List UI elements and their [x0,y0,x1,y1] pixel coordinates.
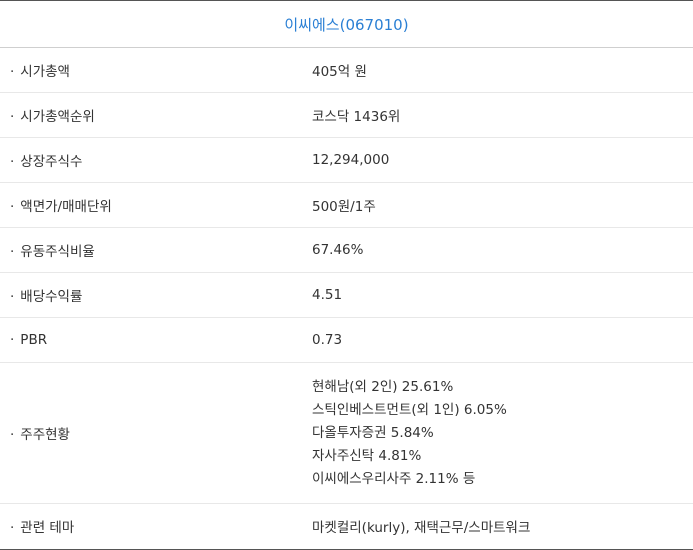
bullet: · [10,154,15,170]
market-cap-rank-value: 코스닥 1436위 [300,92,693,138]
market-cap-label: 시가총액 [20,64,70,80]
shareholders-value: 현해남(외 2인) 25.61% 스틱인베스트먼트(외 1인) 6.05% 다올… [300,362,693,504]
stock-title[interactable]: 이씨에스(067010) [284,14,408,35]
shareholder-line: 스틱인베스트먼트(외 1인) 6.05% [312,401,507,418]
row-float-ratio: · 유동주식비율 67.46% [0,227,693,273]
listed-shares-value: 12,294,000 [300,137,693,183]
stock-info-panel: 이씨에스(067010) · 시가총액 405억 원 · 시가총액순위 코스닥 14… [0,0,693,550]
shareholders-label: 주주현황 [20,427,70,443]
pbr-value: 0.73 [300,317,693,363]
bullet: · [10,199,15,215]
row-related-theme: · 관련 테마 마켓컬리(kurly), 재택근무/스마트워크 [0,504,693,549]
bullet: · [10,64,15,80]
dividend-yield-label: 배당수익률 [20,289,83,305]
bullet: · [10,332,15,348]
bullet: · [10,427,15,443]
par-value-label: 액면가/매매단위 [20,199,112,215]
pbr-label: PBR [20,332,48,348]
float-ratio-label: 유동주식비율 [20,244,95,260]
dividend-yield-value: 4.51 [300,272,693,318]
shareholder-line: 이씨에스우리사주 2.11% 등 [312,470,476,487]
related-theme-value: 마켓컬리(kurly), 재택근무/스마트워크 [312,520,531,536]
bullet: · [10,520,15,536]
bullet: · [10,244,15,260]
bullet: · [10,289,15,305]
listed-shares-label: 상장주식수 [20,154,83,170]
row-pbr: · PBR 0.73 [0,317,693,363]
stock-title-link[interactable]: 이씨에스(067010) [0,1,693,48]
market-cap-rank-label: 시가총액순위 [20,109,95,125]
bullet: · [10,109,15,125]
row-market-cap-rank: · 시가총액순위 코스닥 1436위 [0,92,693,138]
market-cap-value: 405억 원 [300,48,693,93]
shareholder-line: 현해남(외 2인) 25.61% [312,378,454,395]
float-ratio-value: 67.46% [300,227,693,273]
row-dividend-yield: · 배당수익률 4.51 [0,272,693,318]
shareholder-line: 다올투자증권 5.84% [312,424,434,441]
row-market-cap: · 시가총액 405억 원 [0,48,693,93]
row-listed-shares: · 상장주식수 12,294,000 [0,137,693,183]
related-theme-label: 관련 테마 [20,520,75,536]
row-shareholders: · 주주현황 현해남(외 2인) 25.61% 스틱인베스트먼트(외 1인) 6.… [0,362,693,504]
par-value-value: 500원/1주 [300,182,693,228]
stock-info-table: · 시가총액 405억 원 · 시가총액순위 코스닥 1436위 · 상장주식수 12… [0,48,693,548]
shareholder-line: 자사주신탁 4.81% [312,447,422,464]
row-par-value: · 액면가/매매단위 500원/1주 [0,182,693,228]
